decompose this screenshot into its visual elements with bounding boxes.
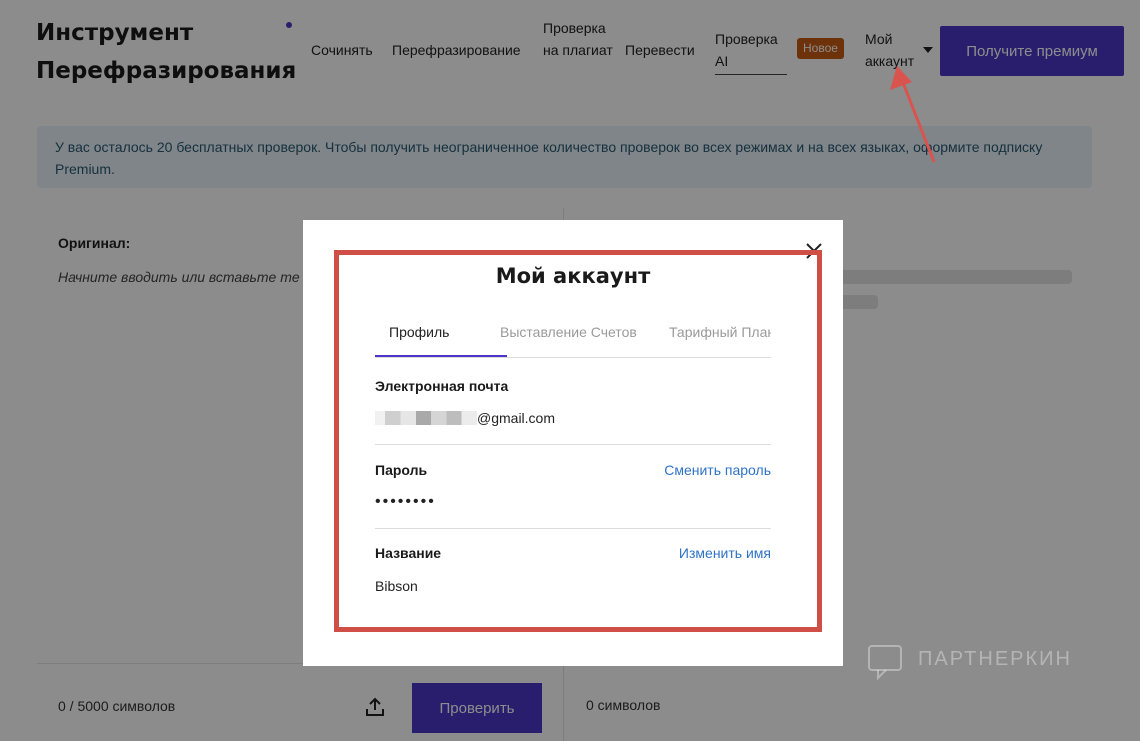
close-icon[interactable] [803, 240, 825, 262]
account-tabs: Профиль Выставление Счетов Тарифный План [375, 320, 771, 358]
name-value: Bibson [375, 578, 418, 594]
watermark: ПАРТНЕРКИН [866, 642, 1096, 686]
tab-billing[interactable]: Выставление Счетов [500, 324, 637, 340]
email-label: Электронная почта [375, 378, 509, 394]
redacted-email [375, 411, 477, 425]
email-domain: @gmail.com [477, 410, 556, 426]
divider [375, 444, 771, 445]
tab-plan[interactable]: Тарифный План [669, 324, 771, 340]
password-value: •••••••• [375, 493, 436, 510]
password-label: Пароль [375, 462, 428, 478]
watermark-text: ПАРТНЕРКИН [918, 648, 1072, 670]
account-modal: Мой аккаунт Профиль Выставление Счетов Т… [303, 220, 843, 666]
active-tab-underline [375, 355, 507, 357]
modal-title: Мой аккаунт [495, 264, 651, 288]
email-value: @gmail.com [375, 410, 555, 426]
tab-profile[interactable]: Профиль [389, 324, 449, 340]
chat-icon [868, 645, 902, 681]
change-name-link[interactable]: Изменить имя [679, 545, 771, 561]
change-password-link[interactable]: Сменить пароль [664, 462, 771, 478]
divider [375, 528, 771, 529]
name-label: Название [375, 545, 442, 561]
